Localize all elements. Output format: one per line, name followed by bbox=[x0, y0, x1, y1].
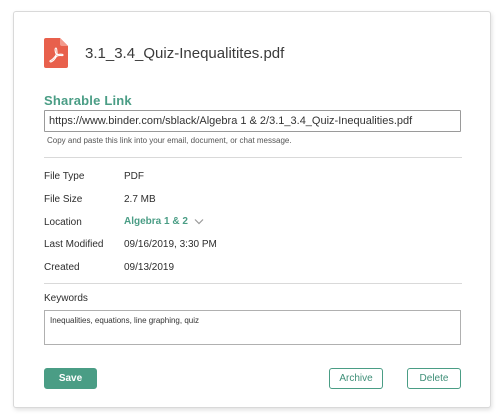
sharable-link-input[interactable] bbox=[44, 110, 461, 132]
page: 3.1_3.4_Quiz-Inequalitites.pdf Sharable … bbox=[0, 0, 500, 419]
file-type-value: PDF bbox=[124, 171, 144, 182]
file-size-label: File Size bbox=[44, 194, 83, 205]
sharable-link-heading: Sharable Link bbox=[44, 93, 132, 108]
created-label: Created bbox=[44, 262, 80, 273]
last-modified-label: Last Modified bbox=[44, 239, 104, 250]
created-value: 09/13/2019 bbox=[124, 262, 175, 273]
last-modified-value: 09/16/2019, 3:30 PM bbox=[124, 239, 217, 250]
pdf-file-icon bbox=[44, 38, 68, 68]
location-value: Algebra 1 & 2 bbox=[124, 216, 188, 227]
divider bbox=[44, 157, 462, 158]
archive-button[interactable]: Archive bbox=[329, 368, 383, 389]
file-header: 3.1_3.4_Quiz-Inequalitites.pdf bbox=[44, 36, 284, 70]
file-type-label: File Type bbox=[44, 171, 85, 182]
location-label: Location bbox=[44, 217, 82, 228]
sharable-link-help: Copy and paste this link into your email… bbox=[47, 136, 292, 145]
file-size-value: 2.7 MB bbox=[124, 194, 156, 205]
file-title: 3.1_3.4_Quiz-Inequalitites.pdf bbox=[85, 44, 285, 62]
file-details-panel: 3.1_3.4_Quiz-Inequalitites.pdf Sharable … bbox=[13, 11, 491, 408]
keywords-input[interactable]: Inequalities, equations, line graphing, … bbox=[44, 310, 461, 345]
save-button[interactable]: Save bbox=[44, 368, 97, 389]
chevron-down-icon bbox=[194, 219, 204, 225]
delete-button[interactable]: Delete bbox=[407, 368, 461, 389]
location-dropdown[interactable]: Algebra 1 & 2 bbox=[124, 216, 204, 227]
keywords-label: Keywords bbox=[44, 293, 88, 304]
divider bbox=[44, 283, 462, 284]
